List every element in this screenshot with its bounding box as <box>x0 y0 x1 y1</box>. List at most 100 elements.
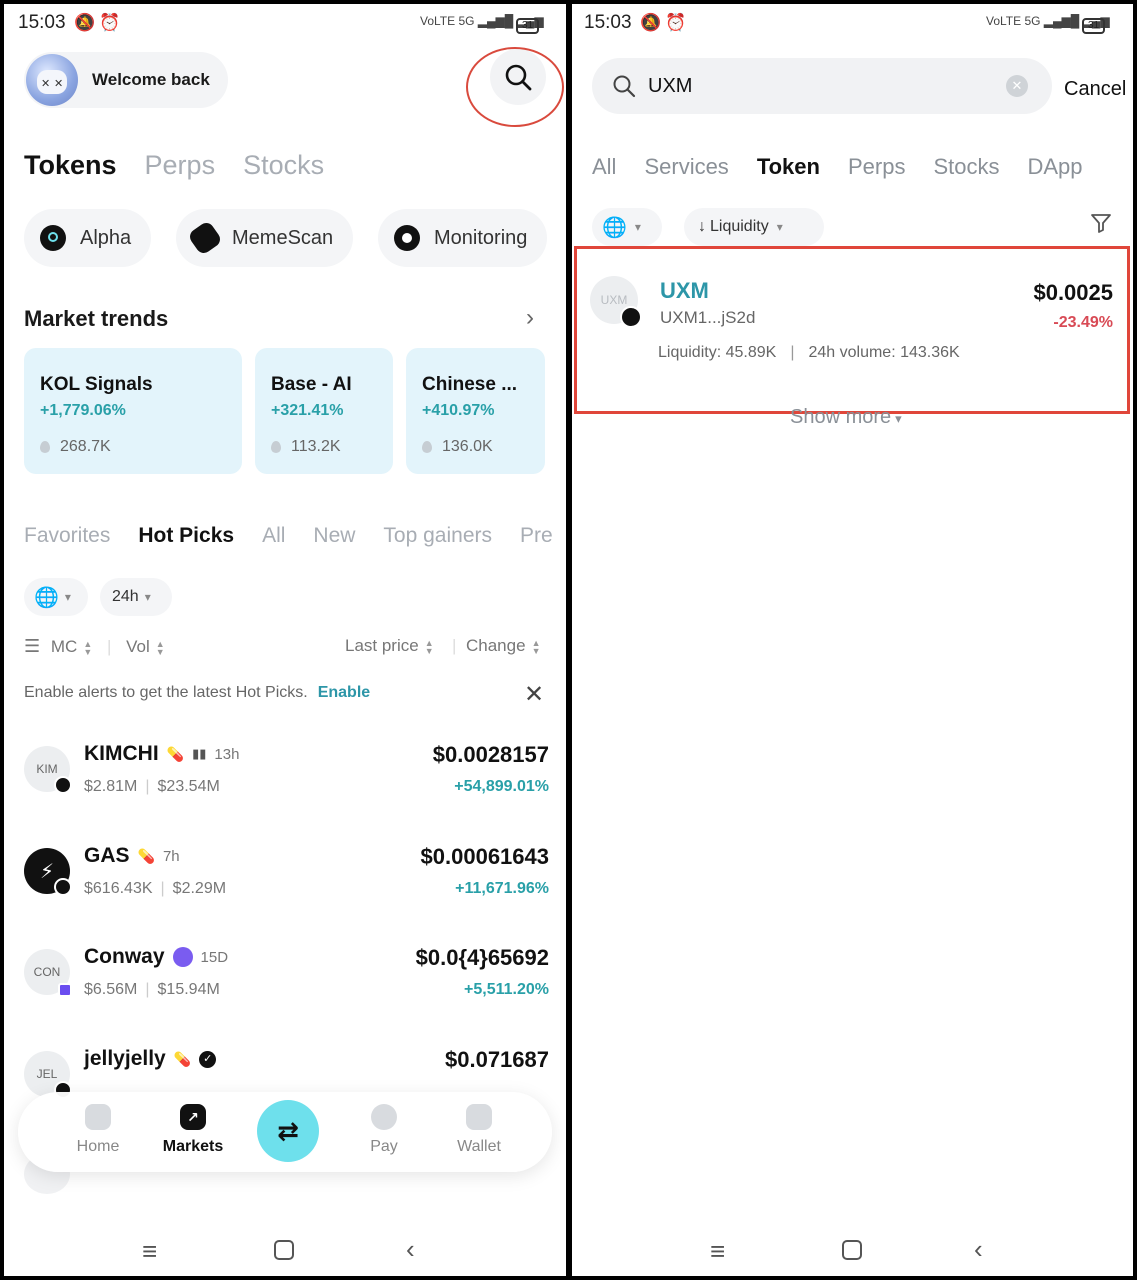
trend-card-kol[interactable]: KOL Signals +1,779.06% 268.7K <box>24 348 242 474</box>
alert-banner: Enable alerts to get the latest Hot Pick… <box>24 684 370 702</box>
home-system-icon[interactable] <box>842 1240 862 1260</box>
token-price: $0.071687 <box>445 1047 549 1072</box>
token-name: Conway 15D <box>84 945 229 968</box>
token-stats: $6.56M | $15.94M <box>84 981 220 998</box>
enable-alerts-link[interactable]: Enable <box>318 684 370 701</box>
status-time: 15:03 <box>584 12 632 33</box>
token-age: 7h <box>162 847 180 865</box>
token-row-gas[interactable]: ⚡ GAS 💊 7h $616.43K | $2.29M $0.00061643 +11… <box>24 844 549 934</box>
markets-icon: ↗ <box>180 1104 206 1130</box>
sort-change[interactable]: Change ▲ ▼ <box>466 636 540 656</box>
drop-icon <box>271 441 281 453</box>
trend-card-base-ai[interactable]: Base - AI +321.41% 113.2K <box>255 348 393 474</box>
nav-markets[interactable]: ↗ Markets <box>153 1104 233 1156</box>
liquidity-sort[interactable]: ↓ Liquidity ▾ <box>684 208 824 246</box>
nav-pay[interactable]: Pay <box>344 1104 424 1156</box>
search-button[interactable] <box>490 49 546 105</box>
list-tabs: Favorites Hot Picks All New Top gainers … <box>24 524 553 548</box>
nav-home[interactable]: Home <box>58 1104 138 1156</box>
chip-alpha[interactable]: Alpha <box>24 209 152 267</box>
tab-token[interactable]: Token <box>757 154 820 180</box>
close-icon[interactable]: ✕ <box>524 680 544 709</box>
trend-name: Base - AI <box>271 374 352 395</box>
token-name: jellyjelly 💊 ✓ <box>84 1047 217 1071</box>
tab-services[interactable]: Services <box>644 154 728 180</box>
sort-label: Liquidity <box>710 218 769 235</box>
tab-all[interactable]: All <box>592 154 616 180</box>
network-filter[interactable]: 🌐 ▾ <box>592 208 662 246</box>
arrow-down-icon: ↓ <box>698 218 706 235</box>
trend-name: KOL Signals <box>40 374 153 395</box>
sort-arrows-icon: ▲ ▼ <box>83 638 93 657</box>
chip-memescan[interactable]: MemeScan <box>176 209 354 267</box>
home-system-icon[interactable] <box>274 1240 294 1260</box>
period-filter[interactable]: 24h ▾ <box>100 578 172 616</box>
chevron-down-icon: ▾ <box>776 220 783 234</box>
chevron-right-icon[interactable]: › <box>526 304 534 332</box>
tab-all[interactable]: All <box>262 524 285 548</box>
status-time: 15:03 <box>18 12 66 33</box>
tab-perps[interactable]: Perps <box>145 150 216 181</box>
badge-icon <box>172 947 193 967</box>
filter-icon[interactable] <box>1090 212 1112 239</box>
tab-dapp[interactable]: DApp <box>1027 154 1082 180</box>
chip-monitoring[interactable]: Monitoring <box>378 209 548 267</box>
tab-new[interactable]: New <box>313 524 355 548</box>
alpha-icon <box>40 225 66 251</box>
token-age: 13h <box>214 745 240 763</box>
settings-sliders-icon[interactable]: ☰ <box>24 636 40 656</box>
tab-perps[interactable]: Perps <box>848 154 905 180</box>
wallet-icon <box>466 1104 492 1130</box>
token-logo: CON <box>24 949 72 997</box>
pill-icon: 💊 <box>173 1050 192 1067</box>
search-result-highlight[interactable] <box>574 246 1130 414</box>
tab-stocks[interactable]: Stocks <box>243 150 324 181</box>
clear-icon[interactable]: ✕ <box>1006 75 1028 97</box>
network-filter[interactable]: 🌐 ▾ <box>24 578 88 616</box>
chevron-down-icon: ▾ <box>144 590 151 604</box>
tab-top-gainers[interactable]: Top gainers <box>383 524 492 548</box>
token-row-conway[interactable]: CON Conway 15D $6.56M | $15.94M $0.0{4}6569… <box>24 945 549 1035</box>
solana-chain-icon <box>54 776 72 794</box>
search-icon <box>505 64 532 91</box>
sort-mc[interactable]: MC ▲ ▼ <box>51 637 92 656</box>
sort-last-price[interactable]: Last price ▲ ▼ <box>345 636 434 656</box>
sort-arrows-icon: ▲ ▼ <box>155 638 165 657</box>
tab-pre[interactable]: Pre <box>520 524 553 548</box>
recents-icon[interactable]: ≡ <box>710 1236 725 1267</box>
nav-wallet[interactable]: Wallet <box>439 1104 519 1156</box>
market-trends-title: Market trends <box>24 306 169 331</box>
sort-arrows-icon: ▲ ▼ <box>531 637 541 656</box>
recents-icon[interactable]: ≡ <box>142 1236 157 1267</box>
trend-change: +410.97% <box>422 402 495 419</box>
welcome-label: Welcome back <box>92 70 210 89</box>
sort-vol[interactable]: Vol ▲ ▼ <box>126 637 165 656</box>
token-price: $0.0028157 <box>432 742 549 767</box>
token-name: KIMCHI 💊 ▮▮ 13h <box>84 742 240 765</box>
search-icon <box>613 75 636 98</box>
tab-tokens[interactable]: Tokens <box>24 150 117 181</box>
token-row-kimchi[interactable]: KIM KIMCHI 💊 ▮▮ 13h $2.81M | $23.54M $0.00281… <box>24 742 549 832</box>
tab-hot-picks[interactable]: Hot Picks <box>138 524 234 548</box>
profile-pill[interactable]: ✕ ✕ Welcome back <box>24 52 228 108</box>
cancel-button[interactable]: Cancel <box>1064 78 1126 101</box>
trend-card-chinese[interactable]: Chinese ... +410.97% 136.0K <box>406 348 545 474</box>
memescan-icon <box>186 219 224 257</box>
trend-volume: 113.2K <box>271 438 377 456</box>
tab-stocks[interactable]: Stocks <box>933 154 999 180</box>
swap-arrows-icon: ⇄ <box>277 1115 299 1146</box>
tab-favorites[interactable]: Favorites <box>24 524 110 548</box>
search-field[interactable]: UXM ✕ <box>592 58 1052 114</box>
search-tabs: All Services Token Perps Stocks DApp <box>592 154 1083 180</box>
token-logo: ⚡ <box>24 848 72 896</box>
back-icon[interactable]: ‹ <box>406 1234 415 1265</box>
back-icon[interactable]: ‹ <box>974 1234 983 1265</box>
token-price: $0.00061643 <box>420 844 549 869</box>
swap-button[interactable]: ⇄ <box>257 1100 319 1162</box>
trend-volume: 136.0K <box>422 438 529 456</box>
drop-icon <box>422 441 432 453</box>
show-more-button[interactable]: Show more ▾ <box>790 406 902 429</box>
search-input[interactable]: UXM <box>648 75 692 98</box>
token-logo: KIM <box>24 746 72 794</box>
sort-row: ☰ MC ▲ ▼ | Vol ▲ ▼ Last price ▲ ▼ | Change ▲ ▼ <box>24 636 541 657</box>
